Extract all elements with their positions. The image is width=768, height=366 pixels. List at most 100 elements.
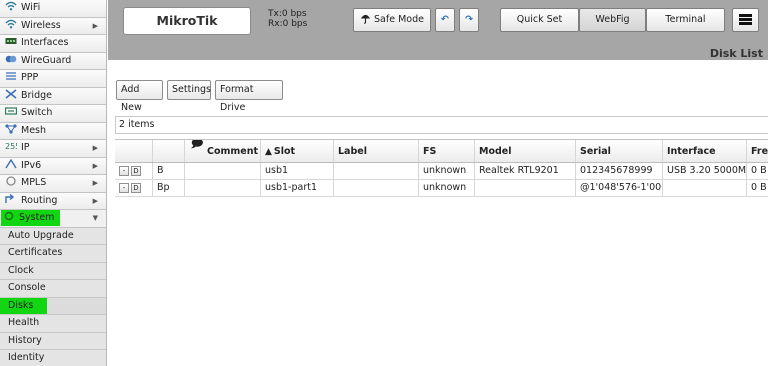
table-header: 🗩 Comment ▲ Slot Label FS Model Serial Int… <box>115 140 768 163</box>
column-header-label: Comment <box>207 146 259 157</box>
safe-mode-label: Safe Mode <box>374 14 424 25</box>
row-actions: -D <box>115 163 153 179</box>
row-comment <box>185 180 261 196</box>
column-header-free[interactable]: Fre <box>747 140 768 162</box>
switch-icon <box>5 107 17 115</box>
sidebar-item-system[interactable]: System ▼ <box>0 210 106 228</box>
sidebar-item-mpls[interactable]: MPLS ▶ <box>0 175 106 193</box>
sidebar-item-mesh[interactable]: Mesh <box>0 122 106 140</box>
sidebar-item-label: Mesh <box>21 124 47 136</box>
sidebar-subitem-console[interactable]: Console <box>0 280 106 298</box>
chevron-right-icon: ▶ <box>92 179 98 187</box>
redo-icon: ↷ <box>465 14 473 25</box>
menu-button[interactable] <box>732 8 759 32</box>
detail-button[interactable]: D <box>131 166 141 176</box>
sidebar-item-wireguard[interactable]: WireGuard <box>0 52 106 70</box>
settings-button[interactable]: Settings <box>167 80 211 100</box>
wireless-icon <box>5 19 17 28</box>
table-row[interactable]: -D Bp usb1-part1 unknown @1'048'576-1'00… <box>115 180 768 197</box>
sidebar-item-switch[interactable]: Switch <box>0 105 106 123</box>
system-icon <box>4 211 14 221</box>
sidebar-item-routing[interactable]: Routing ▶ <box>0 192 106 210</box>
sidebar-item-ppp[interactable]: PPP <box>0 70 106 88</box>
brand-logo: MikroTik <box>123 7 251 35</box>
bridge-icon <box>5 88 17 99</box>
hamburger-icon <box>739 14 752 25</box>
traffic-readout: Tx:0 bps Rx:0 bps <box>268 9 307 29</box>
format-drive-button[interactable]: Format Drive <box>215 80 283 113</box>
sidebar-item-label: Wireless <box>21 19 61 31</box>
column-header-serial[interactable]: Serial <box>576 140 663 162</box>
row-label <box>334 163 419 179</box>
selection-highlight: System <box>1 210 61 226</box>
row-free: 0 B <box>751 182 767 193</box>
column-header-label: Slot <box>273 146 296 157</box>
sidebar-item-ip[interactable]: 255 IP ▶ <box>0 140 106 158</box>
row-interface <box>663 180 747 196</box>
ip-icon: 255 <box>5 142 17 151</box>
column-header-label-col[interactable]: Label <box>334 140 419 162</box>
row-actions: -D <box>115 180 153 196</box>
undo-button[interactable]: ↶ <box>435 8 455 32</box>
column-header-slot[interactable]: ▲ Slot <box>261 140 334 162</box>
sidebar-subitem-auto-upgrade[interactable]: Auto Upgrade <box>0 227 106 245</box>
sidebar-item-interfaces[interactable]: Interfaces <box>0 35 106 53</box>
chevron-right-icon: ▶ <box>92 161 98 170</box>
column-header-comment[interactable]: 🗩 Comment <box>185 140 261 162</box>
column-header-interface[interactable]: Interface <box>663 140 747 162</box>
row-comment <box>185 163 261 179</box>
sidebar-item-wireless[interactable]: Wireless ▶ <box>0 17 106 35</box>
row-free: 0 B <box>751 165 767 176</box>
sidebar-subitem-history[interactable]: History <box>0 332 106 350</box>
wireguard-icon <box>5 55 17 62</box>
sidebar-subitem-identity[interactable]: Identity <box>0 350 106 366</box>
sidebar-item-label: System <box>19 212 55 223</box>
sidebar-subitem-disks[interactable]: Disks <box>0 297 106 315</box>
add-new-button[interactable]: Add New <box>116 80 163 113</box>
sidebar-item-label: WiFi <box>21 2 41 13</box>
table-row[interactable]: -D B usb1 unknown Realtek RTL9201 012345… <box>115 163 768 180</box>
comment-icon: 🗩 <box>191 140 204 150</box>
page-title: Disk List <box>709 47 763 60</box>
webfig-button[interactable]: WebFig <box>579 8 646 32</box>
ppp-icon <box>6 72 16 80</box>
svg-text:255: 255 <box>5 142 17 151</box>
umbrella-icon <box>360 14 371 24</box>
column-header-model[interactable]: Model <box>475 140 576 162</box>
sidebar-subitem-clock[interactable]: Clock <box>0 262 106 280</box>
sidebar-subitem-certificates[interactable]: Certificates <box>0 245 106 263</box>
sidebar-item-label: WireGuard <box>21 54 72 66</box>
disable-button[interactable]: - <box>119 166 129 176</box>
tx-rate: Tx:0 bps <box>268 9 307 19</box>
column-header-actions <box>115 140 153 162</box>
disable-button[interactable]: - <box>119 183 129 193</box>
sidebar-item-bridge[interactable]: Bridge <box>0 87 106 105</box>
row-fs: unknown <box>419 180 475 196</box>
quick-set-button[interactable]: Quick Set <box>500 8 579 32</box>
sidebar-subitem-health[interactable]: Health <box>0 315 106 333</box>
row-serial: @1'048'576-1'000' <box>576 180 663 196</box>
chevron-right-icon: ▶ <box>92 21 98 30</box>
ipv6-icon <box>5 158 17 168</box>
row-model <box>475 180 576 196</box>
detail-button[interactable]: D <box>131 183 141 193</box>
chevron-right-icon: ▶ <box>92 196 98 205</box>
rx-rate: Rx:0 bps <box>268 19 308 29</box>
row-fs: unknown <box>419 163 475 179</box>
row-model: Realtek RTL9201 <box>475 163 576 179</box>
row-serial: 012345678999 <box>576 163 663 179</box>
column-header-fs[interactable]: FS <box>419 140 475 162</box>
terminal-button[interactable]: Terminal <box>646 8 725 32</box>
safe-mode-button[interactable]: Safe Mode <box>353 8 431 32</box>
sidebar-item-label: MPLS <box>21 177 47 188</box>
routing-icon <box>5 193 15 203</box>
mpls-icon <box>6 176 16 186</box>
sidebar-item-label: Interfaces <box>21 37 69 48</box>
sidebar-item-wifi[interactable]: WiFi <box>0 0 106 18</box>
sidebar-item-label: IP <box>21 142 30 153</box>
redo-button[interactable]: ↷ <box>459 8 479 32</box>
row-slot: usb1 <box>261 163 334 179</box>
sidebar-item-ipv6[interactable]: IPv6 ▶ <box>0 157 106 175</box>
sidebar-item-label: IPv6 <box>21 159 42 171</box>
wifi-icon <box>5 1 17 11</box>
